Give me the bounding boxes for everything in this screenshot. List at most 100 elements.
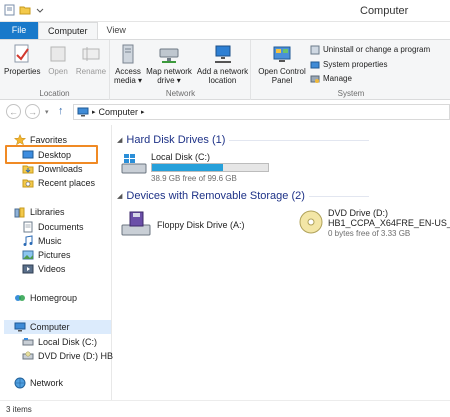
nav-music[interactable]: Music (22, 235, 62, 247)
ribbon: Properties Open Rename Location Access m… (0, 39, 450, 100)
videos-icon (22, 264, 34, 274)
music-icon (23, 235, 33, 246)
properties-icon[interactable] (4, 4, 16, 16)
add-location-label-1: Add a network (196, 67, 249, 76)
floppy-drive-icon (121, 211, 151, 236)
collapse-caret-icon: ◢ (117, 193, 123, 200)
nav-documents[interactable]: Documents (22, 221, 84, 233)
ribbon-group-network: Access media ▾ Map network drive ▾ Add a… (111, 40, 251, 100)
item-count: 3 items (6, 405, 32, 414)
nav-music-label: Music (38, 236, 62, 246)
access-media-label-2: media ▾ (113, 76, 143, 85)
nav-dvd-drive[interactable]: DVD Drive (D:) HB1_ (22, 350, 123, 362)
computer-icon (14, 322, 26, 332)
local-disk-tile[interactable]: Local Disk (C:) 38.9 GB free of 99.6 GB (121, 151, 321, 183)
access-media-button[interactable]: Access media ▾ (113, 43, 143, 85)
tab-view[interactable]: View (98, 22, 135, 39)
nav-documents-label: Documents (38, 222, 84, 232)
documents-icon (23, 221, 33, 233)
rename-button[interactable]: Rename (75, 43, 107, 76)
nav-videos-label: Videos (38, 264, 66, 274)
window-title: Computer (360, 5, 409, 17)
nav-local-disk-label: Local Disk (C:) (38, 337, 98, 347)
manage-label: Manage (323, 74, 352, 83)
hard-disk-section-header[interactable]: ◢ Hard Disk Drives (1) (117, 134, 370, 146)
local-disk-usage-fill (152, 164, 223, 171)
dvd-drive-tile[interactable]: DVD Drive (D:) HB1_CCPA_X64FRE_EN-US_DV5… (298, 207, 450, 247)
nav-recent-places-label: Recent places (38, 178, 96, 188)
properties-button[interactable]: Properties (4, 43, 40, 76)
section-divider (229, 139, 370, 141)
nav-computer[interactable]: Computer (4, 320, 111, 334)
hard-drive-windows-icon (121, 154, 147, 174)
floppy-drive-tile[interactable]: Floppy Disk Drive (A:) (121, 209, 271, 239)
libraries-icon (14, 207, 25, 218)
rename-label: Rename (75, 67, 107, 76)
local-disk-name: Local Disk (C:) (151, 152, 211, 162)
removable-section-header[interactable]: ◢ Devices with Removable Storage (2) (117, 190, 369, 202)
manage-icon (310, 75, 320, 83)
nav-downloads-label: Downloads (38, 164, 83, 174)
breadcrumb-chevron-icon[interactable]: ▸ (92, 108, 96, 116)
nav-homegroup-label: Homegroup (30, 293, 78, 303)
breadcrumb-computer[interactable]: Computer (99, 107, 139, 117)
homegroup-icon (15, 295, 25, 301)
system-properties-button[interactable]: System properties (310, 59, 387, 70)
content-pane: ◢ Hard Disk Drives (1) Local Disk (C:) 3… (113, 125, 450, 400)
map-network-drive-button[interactable]: Map network drive ▾ (144, 43, 194, 85)
nav-recent-places[interactable]: Recent places (22, 177, 95, 189)
properties-label: Properties (4, 67, 41, 76)
forward-button[interactable]: → (25, 104, 40, 119)
dvd-drive-icon (22, 351, 34, 360)
ribbon-group-location: Properties Open Rename Location (0, 40, 110, 100)
nav-homegroup[interactable]: Homegroup (14, 292, 77, 304)
computer-icon (77, 107, 89, 117)
title-bar: Computer (0, 0, 450, 22)
add-location-label-2: location (208, 76, 237, 85)
map-drive-label-1: Map network (146, 67, 192, 76)
rename-icon (82, 47, 100, 61)
dvd-drive-name: DVD Drive (D:) (328, 208, 388, 218)
network-group-label: Network (165, 89, 196, 98)
local-disk-usage-bar (151, 163, 269, 172)
chevron-down-icon[interactable] (34, 4, 46, 16)
ribbon-group-system: Open Control Panel Uninstall or change a… (252, 40, 450, 100)
recent-locations-chevron-icon[interactable]: ▾ (45, 108, 49, 116)
nav-videos[interactable]: Videos (22, 263, 65, 275)
nav-computer-label: Computer (30, 322, 70, 332)
open-button[interactable]: Open (44, 43, 72, 76)
collapse-caret-icon: ◢ (117, 137, 123, 144)
up-arrow-icon[interactable]: ↑ (58, 105, 64, 117)
recent-places-icon (22, 179, 34, 188)
back-button[interactable]: ← (6, 104, 21, 119)
nav-network[interactable]: Network (14, 377, 63, 389)
ribbon-tabs: File Computer View (0, 22, 450, 39)
open-icon (50, 46, 66, 62)
address-bar[interactable]: ▸ Computer ▸ (73, 104, 450, 120)
nav-downloads[interactable]: Downloads (22, 163, 83, 175)
add-network-location-button[interactable]: Add a network location (195, 43, 250, 85)
control-panel-label-2: Panel (271, 76, 293, 85)
media-server-icon (122, 44, 134, 64)
control-panel-label-1: Open Control (258, 67, 306, 76)
tab-computer[interactable]: Computer (38, 22, 98, 39)
nav-libraries[interactable]: Libraries (14, 206, 65, 218)
uninstall-program-button[interactable]: Uninstall or change a program (310, 44, 430, 55)
nav-pictures[interactable]: Pictures (22, 249, 71, 261)
local-disk-free-space: 38.9 GB free of 99.6 GB (151, 174, 237, 183)
back-arrow-icon: ← (9, 106, 18, 117)
system-group-label: System (337, 89, 365, 98)
new-folder-icon[interactable] (19, 4, 31, 16)
network-drive-icon (159, 48, 179, 63)
nav-local-disk[interactable]: Local Disk (C:) (22, 336, 97, 348)
open-label: Open (48, 67, 68, 76)
nav-favorites-label: Favorites (30, 135, 68, 145)
manage-button[interactable]: Manage (310, 73, 352, 84)
tab-file[interactable]: File (0, 22, 38, 39)
breadcrumb-chevron-icon[interactable]: ▸ (141, 108, 145, 116)
downloads-icon (22, 165, 34, 174)
location-group-label: Location (39, 89, 70, 98)
navigation-pane: Favorites Desktop Downloads Recent place… (0, 125, 123, 400)
open-control-panel-button[interactable]: Open Control Panel (256, 43, 308, 85)
properties-check-icon (14, 44, 29, 63)
